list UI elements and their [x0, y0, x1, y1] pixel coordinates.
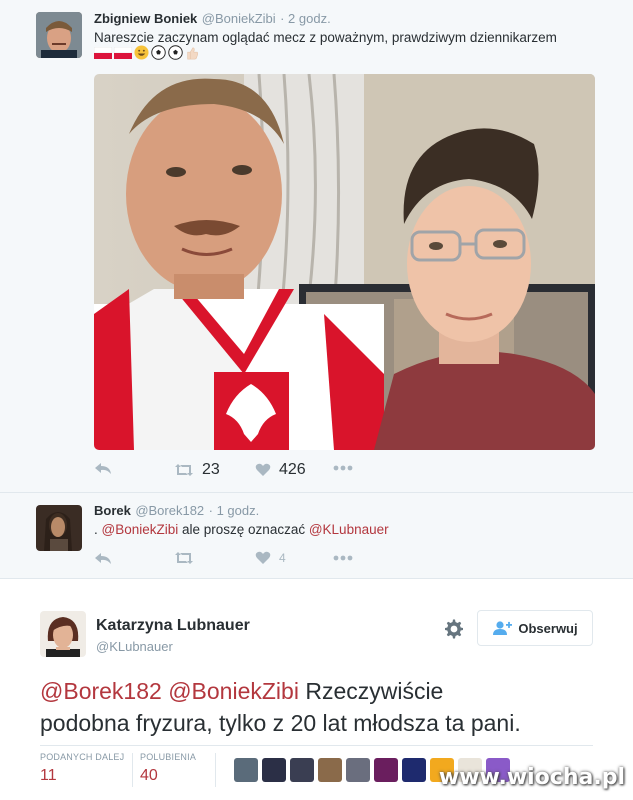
like-button[interactable]: 426: [255, 461, 306, 479]
more-icon: [333, 555, 353, 561]
flag-poland-icon: [94, 46, 112, 59]
author-handle[interactable]: @Borek182: [135, 503, 204, 518]
tweet-borek: Borek @Borek182 · 1 godz. . @BoniekZibi …: [0, 492, 633, 578]
liker-avatar[interactable]: [262, 758, 286, 782]
heart-icon: [255, 463, 271, 476]
add-user-icon: [493, 621, 513, 635]
liker-avatar[interactable]: [290, 758, 314, 782]
emoji-line: [94, 45, 199, 60]
soccer-ball-icon: [168, 45, 183, 60]
tweet-time[interactable]: · 2 godz.: [280, 11, 331, 26]
liker-avatar[interactable]: [318, 758, 342, 782]
gear-icon: [445, 619, 463, 639]
grin-emoji-icon: [134, 45, 149, 60]
stat-divider: [215, 753, 216, 787]
flag-poland-icon: [114, 46, 132, 59]
text-middle: ale proszę oznaczać: [178, 522, 309, 537]
retweet-count: 23: [202, 461, 220, 478]
text-line1: Rzeczywiście: [298, 678, 444, 704]
author-handle[interactable]: @KLubnauer: [96, 639, 173, 654]
like-count: 426: [279, 461, 306, 478]
text-prefix: .: [94, 522, 102, 537]
more-icon: [333, 465, 353, 471]
retweet-button[interactable]: 23: [174, 461, 220, 479]
author-handle[interactable]: @BoniekZibi: [202, 11, 276, 26]
follow-button[interactable]: Obserwuj: [477, 610, 593, 646]
watermark-text: www.wiocha.pl: [438, 765, 625, 790]
follow-label: Obserwuj: [518, 620, 578, 636]
retweet-icon: [175, 464, 193, 476]
tweet-lubnauer: Katarzyna Lubnauer @KLubnauer Obserwuj @…: [0, 578, 633, 800]
tweet-text: Nareszcie zaczynam oglądać mecz z poważn…: [94, 30, 557, 45]
settings-button[interactable]: [444, 619, 464, 644]
like-button[interactable]: 4: [255, 551, 286, 565]
likes-count[interactable]: 40: [140, 767, 158, 785]
tweet-text: @Borek182 @BoniekZibi Rzeczywiście podob…: [40, 675, 610, 739]
mention-link[interactable]: @Borek182: [40, 678, 162, 704]
reply-button[interactable]: [94, 460, 112, 476]
avatar-borek[interactable]: [36, 505, 82, 551]
heart-icon: [255, 551, 271, 564]
liker-avatar[interactable]: [234, 758, 258, 782]
tweet-photo[interactable]: [94, 74, 595, 450]
author-name[interactable]: Borek: [94, 503, 131, 518]
retweet-icon: [175, 552, 193, 564]
text-line2: podobna fryzura, tylko z 20 lat młodsza …: [40, 710, 521, 736]
more-button[interactable]: [333, 551, 353, 565]
tweet-text: . @BoniekZibi ale proszę oznaczać @KLubn…: [94, 522, 389, 537]
retweets-label: PODANYCH DALEJ: [40, 752, 125, 762]
liker-avatar[interactable]: [402, 758, 426, 782]
reply-button[interactable]: [94, 550, 112, 566]
author-name[interactable]: Zbigniew Boniek: [94, 11, 197, 26]
retweets-count[interactable]: 11: [40, 767, 57, 785]
mention-link[interactable]: @BoniekZibi: [168, 678, 299, 704]
more-button[interactable]: [333, 461, 353, 475]
liker-avatar[interactable]: [346, 758, 370, 782]
stat-divider: [132, 753, 133, 787]
reply-icon: [95, 553, 111, 564]
like-count: 4: [279, 551, 286, 565]
soccer-ball-icon: [151, 45, 166, 60]
mention-link[interactable]: @BoniekZibi: [102, 522, 179, 537]
avatar-boniek[interactable]: [36, 12, 82, 58]
likes-label: POLUBIENIA: [140, 752, 197, 762]
author-name[interactable]: Katarzyna Lubnauer: [96, 617, 250, 635]
avatar-lubnauer[interactable]: [40, 611, 86, 657]
retweet-button[interactable]: [174, 551, 194, 565]
thumbs-up-icon: [187, 46, 199, 59]
liker-avatar[interactable]: [374, 758, 398, 782]
tweet-boniek: Zbigniew Boniek @BoniekZibi · 2 godz. Na…: [0, 0, 633, 492]
tweet-time[interactable]: · 1 godz.: [209, 503, 260, 518]
reply-icon: [95, 463, 111, 474]
mention-link[interactable]: @KLubnauer: [309, 522, 389, 537]
